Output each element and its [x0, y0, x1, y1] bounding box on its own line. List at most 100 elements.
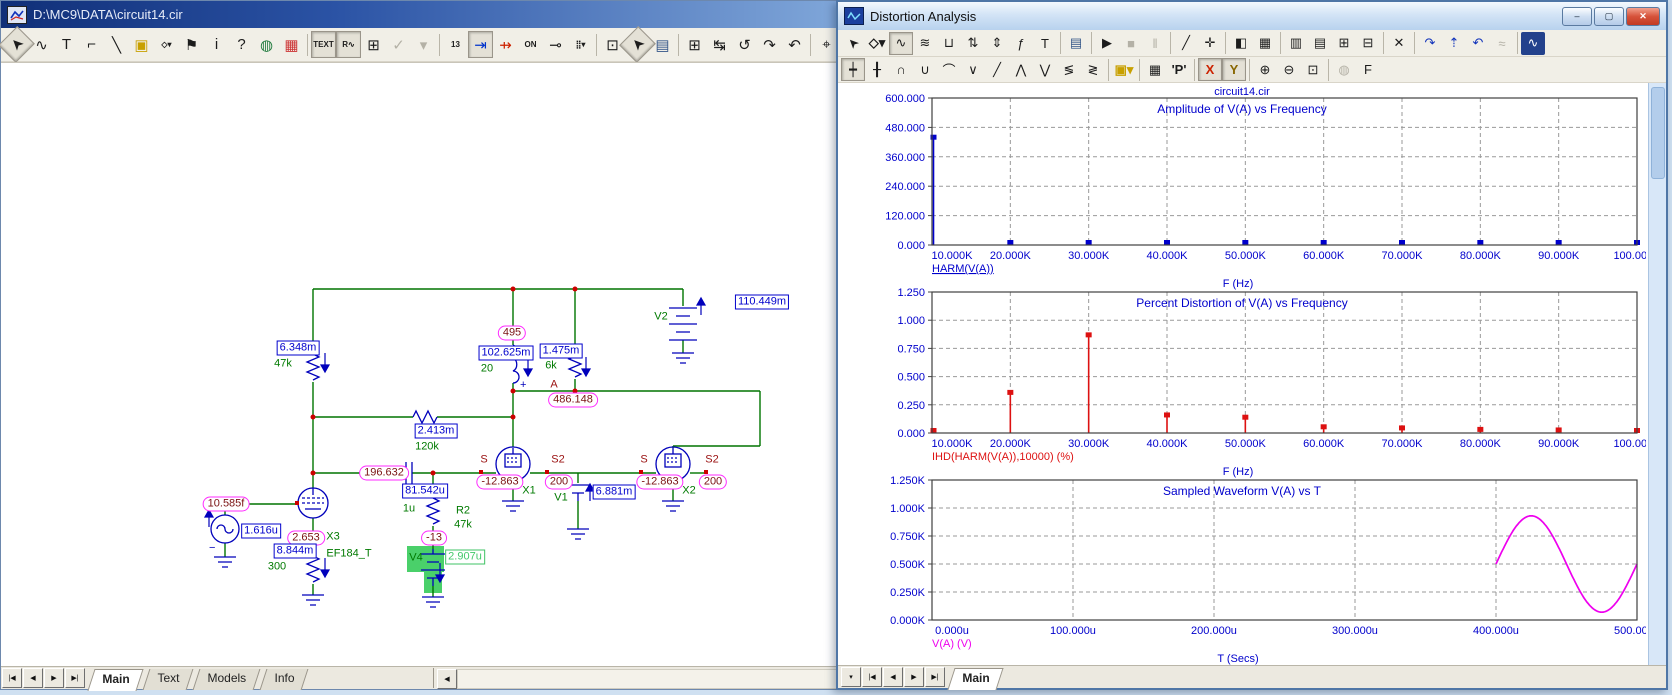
two-pane-icon[interactable]: ⊞: [1332, 32, 1356, 55]
frequency-label-icon[interactable]: F: [1356, 58, 1380, 81]
text-mode-icon[interactable]: T: [54, 31, 79, 58]
selected-value-label[interactable]: 2.907u: [445, 550, 485, 565]
numeric-display-toggle-icon[interactable]: 13: [443, 31, 468, 58]
vertical-axis-icon[interactable]: ⇅: [961, 32, 985, 55]
row-plots-icon[interactable]: ▤: [1308, 32, 1332, 55]
global-high-icon[interactable]: ⋀: [1009, 58, 1033, 81]
go-to-performance-icon[interactable]: 'P': [1167, 58, 1191, 81]
part-value-label[interactable]: 6k: [543, 360, 559, 373]
tab-dropdown-button[interactable]: ▾: [841, 667, 861, 687]
prev-page-button[interactable]: ◀: [883, 667, 903, 687]
analysis-titlebar[interactable]: Distortion Analysis ‒▢✕: [838, 2, 1666, 31]
shapes-dropdown-icon[interactable]: ◇▾: [154, 31, 179, 58]
one-pane-icon[interactable]: ⊟: [1356, 32, 1380, 55]
line-tool-icon[interactable]: ╱: [1174, 32, 1198, 55]
performance-plot-icon[interactable]: ∿: [1521, 32, 1545, 55]
part-value-label[interactable]: 120k: [413, 441, 441, 454]
flip-horizontal-icon[interactable]: ↷: [757, 31, 782, 58]
node-voltage-toggle-icon[interactable]: ⇥: [468, 31, 493, 58]
current-label[interactable]: 6.348m: [277, 341, 320, 356]
web-info-icon[interactable]: ◍: [254, 31, 279, 58]
part-browser-dropdown-icon[interactable]: ▣▾: [1112, 58, 1136, 81]
line-mode-icon[interactable]: ╲: [104, 31, 129, 58]
node-voltage-label[interactable]: -12.863: [476, 475, 523, 490]
part-value-label[interactable]: 20: [479, 363, 495, 376]
node-voltage-label[interactable]: -13: [421, 531, 447, 546]
node-voltage-label[interactable]: 200: [699, 475, 727, 490]
pin-label[interactable]: S2: [549, 454, 566, 467]
align-cursors-icon[interactable]: ≋: [913, 32, 937, 55]
prev-page-button[interactable]: ◀: [23, 668, 43, 688]
first-page-button[interactable]: |◀: [862, 667, 882, 687]
plot-area[interactable]: 600.000480.000360.000240.000120.0000.000…: [838, 83, 1666, 666]
grid-dropdown-icon[interactable]: ⣿▾: [568, 31, 593, 58]
current-label[interactable]: 8.844m: [274, 544, 317, 559]
current-label[interactable]: 110.449m: [735, 295, 789, 310]
add-vertical-tag-icon[interactable]: ⇡: [1442, 32, 1466, 55]
help-mode-icon[interactable]: ?: [229, 31, 254, 58]
data-points-horizontal-icon[interactable]: ┿: [841, 58, 865, 81]
condition-display-toggle-icon[interactable]: ⊸: [543, 31, 568, 58]
properties-icon[interactable]: ▤: [1064, 32, 1088, 55]
part-name-label[interactable]: X3: [324, 531, 341, 544]
tab-models[interactable]: Models: [193, 669, 261, 690]
part-name-label[interactable]: V2: [652, 311, 669, 324]
current-label[interactable]: 1.475m: [540, 344, 583, 359]
pin-display-toggle-icon[interactable]: ⊞: [361, 31, 386, 58]
part-value-label[interactable]: 300: [266, 561, 288, 574]
scale-limits-icon[interactable]: ⇕: [985, 32, 1009, 55]
node-voltage-label[interactable]: 200: [545, 475, 573, 490]
part-value-label[interactable]: EF184_T: [324, 548, 373, 561]
part-value-label[interactable]: 47k: [272, 358, 294, 371]
rotate-icon[interactable]: ↺: [732, 31, 757, 58]
series-label[interactable]: IHD(HARM(V(A)),10000) (%): [932, 451, 1074, 463]
schematic-titlebar[interactable]: D:\MC9\DATA\circuit14.cir: [1, 1, 837, 28]
node-voltage-label[interactable]: 196.632: [359, 466, 409, 481]
part-name-label[interactable]: X1: [520, 485, 537, 498]
pin-label[interactable]: S2: [703, 454, 720, 467]
zoom-area-icon[interactable]: ⊡: [1301, 58, 1325, 81]
flip-vertical-icon[interactable]: ↶: [782, 31, 807, 58]
component-mode-icon[interactable]: ▣: [129, 31, 154, 58]
probe-select-icon[interactable]: ∿: [889, 32, 913, 55]
scrollbar-thumb[interactable]: [1651, 87, 1665, 179]
zoom-out-icon[interactable]: ⊖: [1277, 58, 1301, 81]
info-mode-icon[interactable]: i: [204, 31, 229, 58]
first-page-button[interactable]: |◀: [2, 668, 22, 688]
cursor-tool-icon[interactable]: ✛: [1198, 32, 1222, 55]
part-name-label[interactable]: R2: [454, 505, 472, 518]
schematic-canvas[interactable]: +− 6.348m47k2.413m120k495102.625m201.475…: [1, 62, 837, 667]
envelope-low-icon[interactable]: ≶: [1057, 58, 1081, 81]
node-voltage-label[interactable]: 495: [498, 326, 526, 341]
series-label[interactable]: HARM(V(A)): [932, 263, 994, 275]
close-button[interactable]: ✕: [1626, 7, 1660, 26]
node-voltage-label[interactable]: 10.585f: [203, 497, 250, 512]
node-name-label[interactable]: A: [548, 379, 559, 392]
numeric-output-icon[interactable]: ▦: [1143, 58, 1167, 81]
tab-main[interactable]: Main: [947, 668, 1003, 690]
axes-icon[interactable]: ✕: [1387, 32, 1411, 55]
next-page-button[interactable]: ▶: [904, 667, 924, 687]
minimize-button[interactable]: ‒: [1562, 7, 1592, 26]
split-pane-icon[interactable]: ◧: [1229, 32, 1253, 55]
next-peak-icon[interactable]: ∩: [889, 58, 913, 81]
part-value-label[interactable]: 1u: [401, 503, 417, 516]
fx-function-icon[interactable]: ƒ: [1009, 32, 1033, 55]
next-max-icon[interactable]: ⌒: [937, 58, 961, 81]
pin-label[interactable]: S: [638, 454, 649, 467]
node-snap-icon[interactable]: ↹: [707, 31, 732, 58]
pin-label[interactable]: S: [478, 454, 489, 467]
part-name-label[interactable]: V4: [407, 552, 424, 565]
y-scale-icon[interactable]: Y: [1222, 58, 1246, 81]
last-page-button[interactable]: ▶|: [925, 667, 945, 687]
stacked-plots-icon[interactable]: ▥: [1284, 32, 1308, 55]
global-low-icon[interactable]: ⋁: [1033, 58, 1057, 81]
x-scale-icon[interactable]: X: [1198, 58, 1222, 81]
tab-main[interactable]: Main: [87, 669, 143, 691]
part-name-label[interactable]: X2: [680, 485, 697, 498]
tab-info[interactable]: Info: [260, 669, 309, 690]
next-valley-icon[interactable]: ∪: [913, 58, 937, 81]
ortho-wire-icon[interactable]: ⌐: [79, 31, 104, 58]
grid-pane-icon[interactable]: ▦: [1253, 32, 1277, 55]
data-points-vertical-icon[interactable]: ╂: [865, 58, 889, 81]
